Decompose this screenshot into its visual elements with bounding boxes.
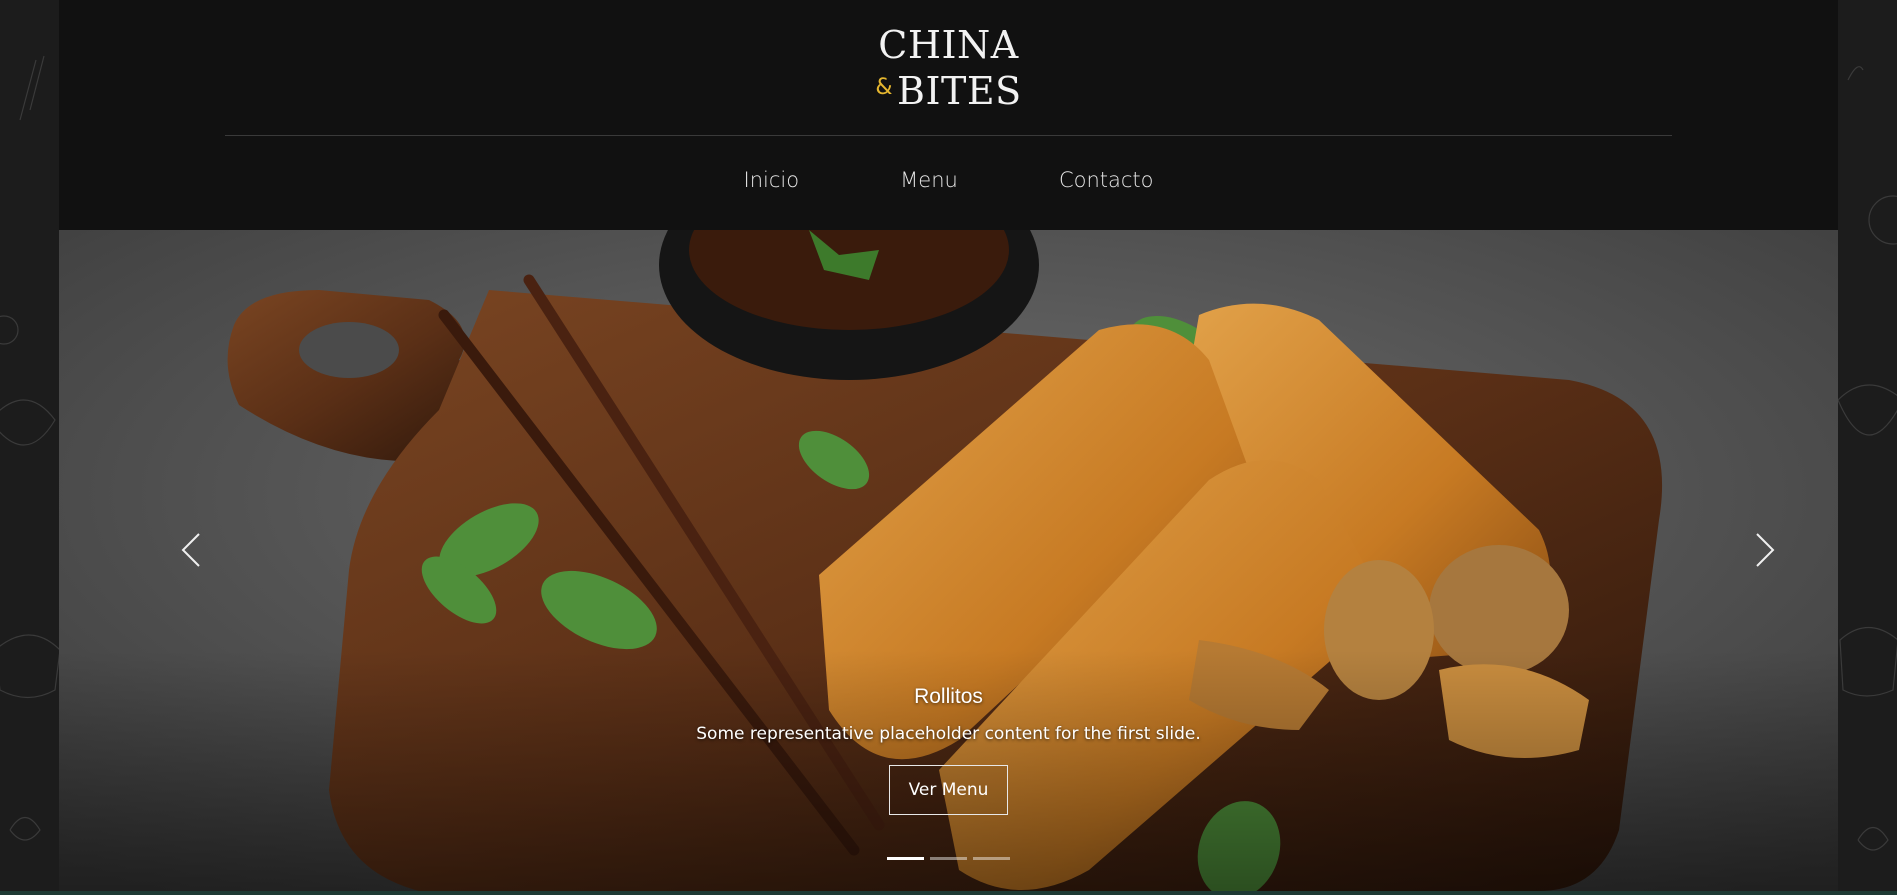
bottom-strip	[0, 891, 1897, 895]
carousel-indicator-2[interactable]	[930, 857, 967, 860]
brand-line-2-wrap: & BITES	[875, 72, 1021, 110]
brand-line-1: CHINA	[878, 23, 1019, 67]
doodle-pattern-icon	[0, 55, 59, 841]
slide-title: Rollitos	[914, 685, 983, 708]
carousel-caption: Rollitos Some representative placeholder…	[59, 685, 1838, 815]
view-menu-button[interactable]: Ver Menu	[888, 765, 1009, 815]
brand-ampersand: &	[875, 75, 894, 100]
carousel-indicator-3[interactable]	[973, 857, 1010, 860]
brand-logo[interactable]: CHINA & BITES	[59, 26, 1838, 110]
hero-carousel: Rollitos Some representative placeholder…	[59, 230, 1838, 891]
carousel-next-button[interactable]	[1749, 530, 1779, 570]
carousel-indicator-1[interactable]	[887, 857, 924, 860]
right-gutter-pattern	[1838, 0, 1897, 895]
chevron-right-icon	[1756, 533, 1775, 567]
main-nav: Inicio Menu Contacto	[59, 168, 1838, 192]
brand-line-2: BITES	[897, 69, 1022, 113]
page: CHINA & BITES Inicio Menu Contacto Rolli…	[0, 0, 1897, 895]
left-gutter-pattern	[0, 0, 59, 895]
slide-text: Some representative placeholder content …	[696, 724, 1201, 744]
site-container: CHINA & BITES Inicio Menu Contacto Rolli…	[59, 0, 1838, 891]
nav-item-inicio[interactable]: Inicio	[744, 168, 800, 192]
nav-item-contacto[interactable]: Contacto	[1059, 168, 1154, 192]
site-header: CHINA & BITES Inicio Menu Contacto	[59, 0, 1838, 230]
nav-item-menu[interactable]: Menu	[900, 168, 958, 192]
carousel-prev-button[interactable]	[177, 530, 207, 570]
header-divider	[225, 135, 1672, 136]
carousel-indicators	[59, 857, 1838, 860]
doodle-pattern-icon	[1838, 66, 1897, 851]
chevron-left-icon	[181, 533, 200, 567]
